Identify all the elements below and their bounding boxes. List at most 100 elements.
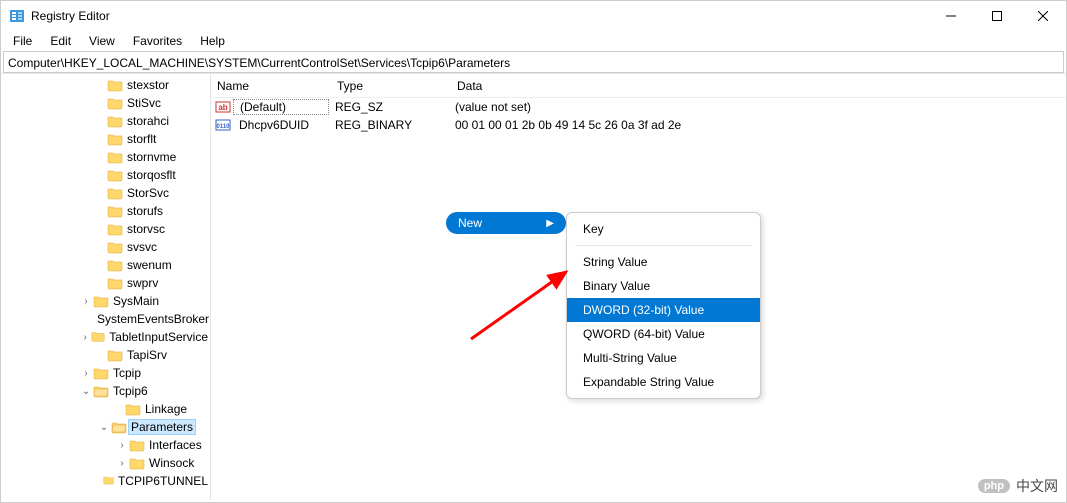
tree-item[interactable]: swprv	[1, 274, 210, 292]
tree-item[interactable]: TCPIP6TUNNEL	[1, 472, 210, 490]
tree-item-label: swenum	[125, 258, 174, 272]
folder-icon	[107, 348, 123, 362]
tree-item[interactable]: SystemEventsBroker	[1, 310, 210, 328]
column-data[interactable]: Data	[451, 79, 1066, 93]
minimize-button[interactable]	[928, 1, 974, 31]
tree-expand-icon[interactable]: ⌄	[97, 422, 111, 433]
tree-item-label: storqosflt	[125, 168, 178, 182]
tree-expand-icon[interactable]: ›	[79, 296, 93, 307]
menu-edit[interactable]: Edit	[42, 32, 79, 50]
tree-expand-icon[interactable]: ›	[79, 368, 93, 379]
svg-text:ab: ab	[218, 103, 227, 112]
tree-expand-icon[interactable]: ⌄	[79, 386, 93, 397]
tree-item[interactable]: storahci	[1, 112, 210, 130]
tree-item[interactable]: storflt	[1, 130, 210, 148]
tree-item[interactable]: storufs	[1, 202, 210, 220]
tree-item-label: storflt	[125, 132, 158, 146]
tree-item[interactable]: StorSvc	[1, 184, 210, 202]
value-name: Dhcpv6DUID	[233, 118, 329, 132]
folder-icon	[107, 150, 123, 164]
tree-expand-icon[interactable]: ›	[115, 458, 129, 469]
tree-item[interactable]: ⌄ Tcpip6	[1, 382, 210, 400]
tree-item-label: Interfaces	[147, 438, 204, 452]
tree-item-label: storufs	[125, 204, 165, 218]
menu-view[interactable]: View	[81, 32, 123, 50]
folder-icon	[107, 258, 123, 272]
value-type: REG_BINARY	[329, 118, 449, 132]
context-menu-new[interactable]: New ▶	[446, 212, 566, 234]
tree-item[interactable]: › TabletInputService	[1, 328, 210, 346]
folder-icon	[107, 114, 123, 128]
maximize-button[interactable]	[974, 1, 1020, 31]
list-pane[interactable]: Name Type Data ab(Default)REG_SZ(value n…	[211, 74, 1066, 500]
tree-item[interactable]: stornvme	[1, 148, 210, 166]
tree-item-label: Tcpip6	[111, 384, 150, 398]
submenu-item[interactable]: QWORD (64-bit) Value	[567, 322, 760, 346]
close-button[interactable]	[1020, 1, 1066, 31]
tree-item-label: Winsock	[147, 456, 196, 470]
tree-item-label: StorSvc	[125, 186, 171, 200]
folder-icon	[129, 456, 145, 470]
watermark: php 中文网	[978, 476, 1058, 496]
submenu-item[interactable]: Binary Value	[567, 274, 760, 298]
tree-item[interactable]: › Interfaces	[1, 436, 210, 454]
tree-item[interactable]: stexstor	[1, 76, 210, 94]
tree-pane[interactable]: stexstor StiSvcstorahci storflt stornvme sto…	[1, 74, 211, 500]
submenu-item[interactable]: String Value	[567, 250, 760, 274]
folder-icon	[107, 222, 123, 236]
window-title: Registry Editor	[31, 9, 928, 23]
tree-item[interactable]: storqosflt	[1, 166, 210, 184]
folder-icon	[107, 168, 123, 182]
tree-item[interactable]: storvsc	[1, 220, 210, 238]
submenu-item[interactable]: Key	[567, 217, 760, 241]
context-menu-new-label: New	[458, 216, 482, 230]
submenu-item[interactable]: DWORD (32-bit) Value	[567, 298, 760, 322]
tree-item[interactable]: StiSvc	[1, 94, 210, 112]
tree-item[interactable]: TapiSrv	[1, 346, 210, 364]
tree-item-label: swprv	[125, 276, 160, 290]
regedit-icon	[9, 8, 25, 24]
tree-item-label: storvsc	[125, 222, 167, 236]
tree-item[interactable]: ›Tcpip	[1, 364, 210, 382]
tree-item[interactable]: Linkage	[1, 400, 210, 418]
tree-item-label: SysMain	[111, 294, 161, 308]
menubar: File Edit View Favorites Help	[1, 31, 1066, 51]
column-type[interactable]: Type	[331, 79, 451, 93]
folder-icon	[93, 384, 109, 398]
tree-item[interactable]: › Winsock	[1, 454, 210, 472]
value-name: (Default)	[233, 99, 329, 115]
tree-item-label: stexstor	[125, 78, 171, 92]
address-bar[interactable]: Computer\HKEY_LOCAL_MACHINE\SYSTEM\Curre…	[3, 51, 1064, 73]
tree-item-label: stornvme	[125, 150, 178, 164]
tree-item-label: Linkage	[143, 402, 189, 416]
menu-favorites[interactable]: Favorites	[125, 32, 190, 50]
folder-icon	[111, 420, 127, 434]
tree-item[interactable]: swenum	[1, 256, 210, 274]
folder-icon	[107, 240, 123, 254]
tree-item-label: svsvc	[125, 240, 159, 254]
tree-item[interactable]: › SysMain	[1, 292, 210, 310]
tree-expand-icon[interactable]: ›	[115, 440, 129, 451]
list-header: Name Type Data	[211, 74, 1066, 98]
folder-icon	[103, 474, 114, 488]
tree-item[interactable]: ⌄Parameters	[1, 418, 210, 436]
tree-expand-icon[interactable]: ›	[79, 332, 91, 343]
tree-item-label: SystemEventsBroker	[95, 312, 211, 326]
menu-help[interactable]: Help	[192, 32, 233, 50]
value-row[interactable]: 0110Dhcpv6DUIDREG_BINARY00 01 00 01 2b 0…	[211, 116, 1066, 134]
column-name[interactable]: Name	[211, 79, 331, 93]
value-data: 00 01 00 01 2b 0b 49 14 5c 26 0a 3f ad 2…	[449, 118, 687, 132]
menu-file[interactable]: File	[5, 32, 40, 50]
submenu-item[interactable]: Expandable String Value	[567, 370, 760, 394]
submenu-item[interactable]: Multi-String Value	[567, 346, 760, 370]
submenu-new: Key String ValueBinary ValueDWORD (32-bit…	[566, 212, 761, 399]
value-row[interactable]: ab(Default)REG_SZ(value not set)	[211, 98, 1066, 116]
tree-item[interactable]: svsvc	[1, 238, 210, 256]
tree-item-label: TabletInputService	[107, 330, 210, 344]
folder-icon	[107, 276, 123, 290]
context-menu: New ▶ Key String ValueBinary ValueDWORD (…	[446, 212, 761, 399]
submenu-separator	[575, 245, 752, 246]
folder-icon	[107, 78, 123, 92]
folder-icon	[107, 132, 123, 146]
titlebar: Registry Editor	[1, 1, 1066, 31]
